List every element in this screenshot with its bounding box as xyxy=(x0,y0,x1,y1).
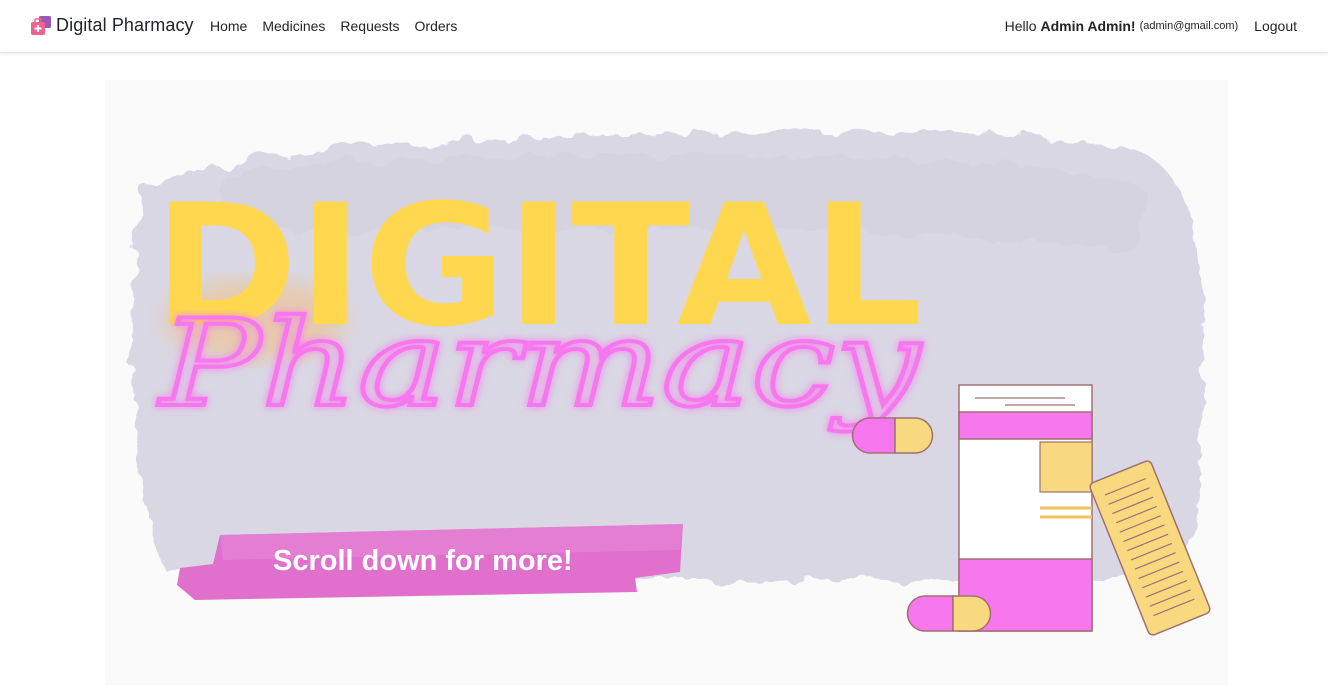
user-email: (admin@gmail.com) xyxy=(1139,20,1239,32)
main-nav: Home Medicines Requests Orders xyxy=(210,0,472,52)
top-navbar: Digital Pharmacy Home Medicines Requests… xyxy=(0,0,1328,53)
nav-home-link[interactable]: Home xyxy=(210,18,247,34)
pill-bottle-icon xyxy=(958,384,1093,632)
hero-illustration: DIGITAL Pharmacy Scroll down for more! xyxy=(132,130,1211,636)
hero-title-script: Pharmacy xyxy=(157,295,922,434)
capsule-bottom-icon xyxy=(906,595,992,632)
nav-requests-link[interactable]: Requests xyxy=(340,18,399,34)
user-greeting: Hello Admin Admin! xyxy=(1005,18,1136,34)
brand-name: Digital Pharmacy xyxy=(56,14,194,35)
logout-link[interactable]: Logout xyxy=(1254,18,1297,34)
hero-banner: DIGITAL Pharmacy Scroll down for more! xyxy=(105,80,1228,685)
greeting-prefix: Hello xyxy=(1004,18,1037,34)
nav-medicines-link[interactable]: Medicines xyxy=(262,18,325,34)
nav-orders-link[interactable]: Orders xyxy=(415,18,458,34)
user-area: Hello Admin Admin! (admin@gmail.com) Log… xyxy=(1005,0,1297,52)
capsule-pill-icon xyxy=(851,417,934,454)
scroll-banner: Scroll down for more! xyxy=(177,524,683,600)
user-name: Admin Admin! xyxy=(1040,18,1136,34)
scroll-down-text: Scroll down for more! xyxy=(273,545,573,577)
brand-link[interactable]: Digital Pharmacy xyxy=(30,13,194,37)
pharmacy-logo-icon xyxy=(31,16,51,35)
